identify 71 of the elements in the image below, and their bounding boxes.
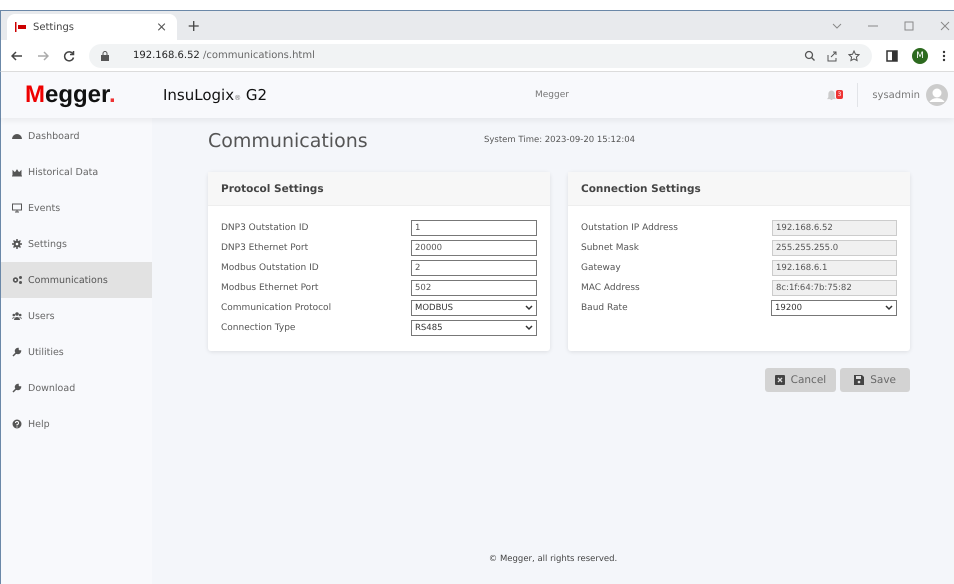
footer-text: © Megger, all rights reserved. (488, 554, 618, 564)
sidebar-item[interactable]: Download (1, 370, 152, 406)
card-title: Protocol Settings (221, 182, 324, 194)
save-button[interactable]: Save (840, 368, 910, 392)
field-label: Modbus Ethernet Port (221, 283, 318, 293)
field-label: Modbus Outstation ID (221, 263, 319, 273)
sidebar-item[interactable]: Communications (1, 262, 152, 298)
chevron-down-icon (525, 305, 533, 311)
sidebar-item[interactable]: Utilities (1, 334, 152, 370)
dropdown[interactable]: RS485 (411, 320, 537, 336)
back-icon[interactable] (11, 50, 23, 62)
close-square-icon (774, 375, 785, 385)
readonly-field: 255.255.255.0 (772, 240, 897, 256)
input-field[interactable]: 20000 (411, 240, 537, 256)
user-name[interactable]: sysadmin (872, 90, 920, 100)
cancel-button[interactable]: Cancel (764, 368, 836, 392)
readonly-field: 192.168.6.1 (772, 260, 897, 276)
help-icon (12, 419, 22, 429)
reload-icon[interactable] (63, 50, 75, 62)
field-label: DNP3 Ethernet Port (221, 243, 308, 253)
sidebar-item[interactable]: Dashboard (1, 118, 152, 154)
share-icon[interactable] (826, 50, 838, 62)
profile-avatar[interactable]: M (912, 48, 928, 64)
sidebar-item[interactable]: Help (1, 406, 152, 442)
field-label: Communication Protocol (221, 303, 332, 313)
site-name: Megger (535, 90, 569, 100)
field-label: Outstation IP Address (581, 223, 678, 233)
chevron-down-icon (525, 325, 533, 331)
card-title: Connection Settings (581, 182, 701, 194)
sidebar-item[interactable]: Events (1, 190, 152, 226)
page-title: Communications (208, 130, 369, 152)
field-label: MAC Address (581, 283, 640, 293)
input-field[interactable]: 1 (411, 220, 537, 236)
field-label: Baud Rate (581, 303, 628, 313)
sidebar-item[interactable]: Settings (1, 226, 152, 262)
readonly-field: 8c:1f:64:7b:75:82 (772, 280, 897, 296)
dropdown[interactable]: MODBUS (411, 300, 537, 316)
field-label: DNP3 Outstation ID (221, 223, 308, 233)
chevron-down-icon (885, 305, 893, 311)
gears-icon (12, 275, 22, 285)
input-field[interactable]: 502 (411, 280, 537, 296)
system-time: System Time: 2023-09-20 15:12:04 (484, 135, 636, 145)
menu-icon[interactable] (942, 50, 946, 62)
close-icon[interactable] (940, 20, 950, 30)
floppy-icon (854, 375, 864, 385)
wrench-icon (12, 347, 22, 357)
wrench-icon (12, 383, 22, 393)
address-bar[interactable]: 192.168.6.52 /communications.html (89, 44, 872, 68)
monitor-icon (12, 203, 22, 213)
users-icon (12, 311, 22, 321)
sidebar-item[interactable]: Users (1, 298, 152, 334)
field-label: Gateway (581, 263, 621, 273)
field-label: Connection Type (221, 323, 296, 333)
url-text: 192.168.6.52 /communications.html (133, 50, 315, 61)
gear-icon (12, 239, 22, 249)
sidebar-item[interactable]: Historical Data (1, 154, 152, 190)
maximize-icon[interactable] (904, 20, 914, 30)
side-panel-icon[interactable] (886, 50, 898, 62)
lock-icon (101, 50, 109, 60)
readonly-field: 192.168.6.52 (772, 220, 897, 236)
chevron-down-icon[interactable] (832, 20, 842, 30)
new-tab-button[interactable]: + (187, 16, 200, 35)
star-icon[interactable] (848, 50, 860, 62)
input-field[interactable]: 2 (411, 260, 537, 276)
megger-logo: Megger. (25, 81, 117, 109)
tab-title[interactable]: Settings (33, 22, 150, 32)
dropdown[interactable]: 19200 (771, 300, 897, 316)
field-label: Subnet Mask (581, 243, 639, 253)
zoom-icon[interactable] (804, 50, 816, 62)
tab-close-button[interactable]: × (156, 20, 167, 34)
favicon-icon (15, 22, 27, 32)
